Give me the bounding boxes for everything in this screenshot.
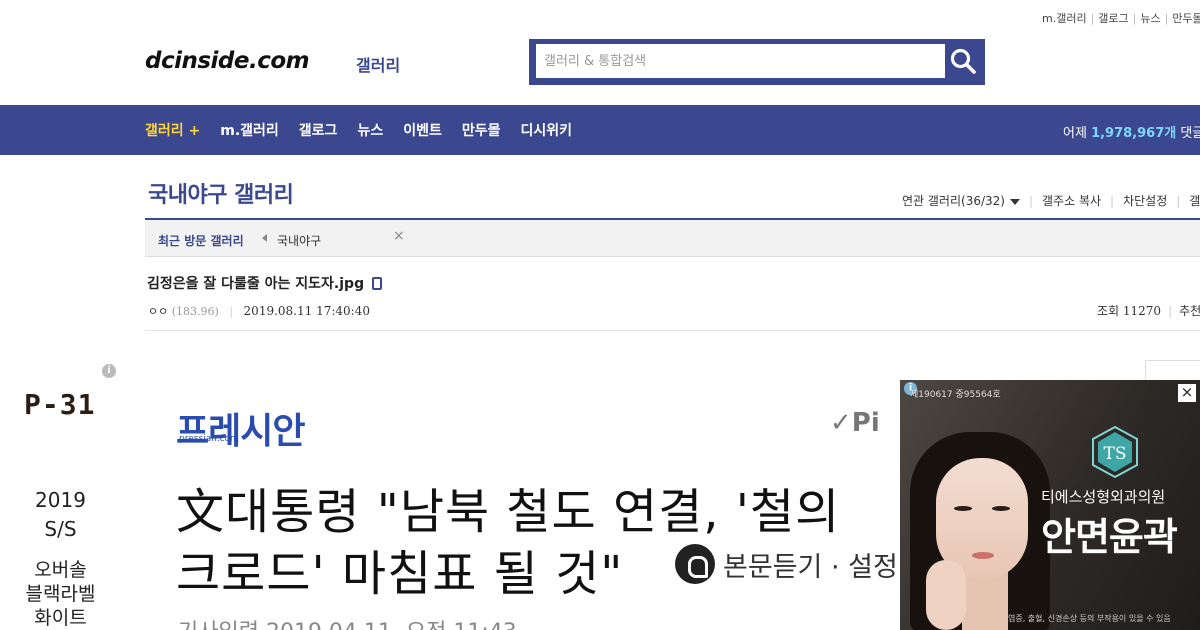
right-ad-reg: 제190617 중95564호 <box>910 390 1001 400</box>
clinic-name: 티에스성형외과의원 <box>1041 488 1166 506</box>
gallery-more-button[interactable]: 갤러 <box>1189 192 1200 209</box>
post-author[interactable]: ㅇㅇ <box>148 305 168 318</box>
post-meta: ㅇㅇ (183.96) | 2019.08.11 17:40:40 <box>148 303 370 319</box>
chevron-left-icon[interactable] <box>262 234 267 242</box>
post-stats: 조회 11270 | 추천 <box>1097 302 1200 319</box>
info-icon[interactable]: i <box>102 364 116 378</box>
article-headline-line1: 文대통령 "남북 철도 연결, '철의 <box>176 484 841 540</box>
related-gallery-button[interactable]: 연관 갤러리(36/32) <box>902 192 1020 209</box>
stats-value: 1,978,967개 <box>1091 126 1177 141</box>
gallery-tools: 연관 갤러리(36/32) | 갤주소 복사 | 차단설정 | 갤러 <box>902 192 1200 209</box>
util-link-mgallery[interactable]: m.갤러리 <box>1042 12 1087 25</box>
related-gallery-label: 연관 갤러리(36/32) <box>902 194 1005 208</box>
headphone-icon <box>675 544 715 584</box>
press-logo-sub: pressian.com <box>179 434 239 444</box>
left-ad-line2: 블랙라벨 <box>25 583 96 605</box>
divider: | <box>1110 193 1115 208</box>
search-input[interactable] <box>536 44 945 78</box>
right-ad-headline: 안면윤곽 <box>1041 515 1178 559</box>
page: m.갤러리|갤로그|뉴스|만두몰 dcinside.com 갤러리 갤러리 + … <box>0 0 1200 630</box>
recent-gallery-label: 최근 방문 갤러리 <box>158 234 244 248</box>
nav-event[interactable]: 이벤트 <box>403 120 442 140</box>
search-icon <box>950 48 976 74</box>
copy-address-button[interactable]: 갤주소 복사 <box>1042 192 1101 209</box>
divider: | <box>1176 193 1181 208</box>
block-settings-button[interactable]: 차단설정 <box>1123 192 1167 209</box>
article-headline-line2: 크로드' 마침표 될 것" <box>176 546 624 602</box>
left-ad-season-code: S/S <box>44 517 77 541</box>
top-util-links: m.갤러리 | 갤로그 | 뉴스 | 만두몰 <box>1042 10 1200 26</box>
post-recommend: 추천 <box>1179 304 1200 318</box>
model-hand <box>926 560 966 630</box>
left-ad-year: 2019 <box>35 488 86 512</box>
util-link-news[interactable]: 뉴스 <box>1140 12 1160 25</box>
mobile-icon <box>372 276 383 290</box>
model-eye <box>992 506 1010 511</box>
main-nav: 갤러리 + m.갤러리 갤로그 뉴스 이벤트 만두몰 디시위키 어제 1,978… <box>0 105 1200 155</box>
pick-badge: ✓Pi <box>830 408 880 438</box>
nav-stats: 어제 1,978,967개 댓글 <box>1063 122 1200 141</box>
post-image: 프레시안 pressian.com ✓Pi 文대통령 "남북 철도 연결, '철… <box>148 378 900 630</box>
nav-gallog[interactable]: 갤로그 <box>299 120 338 140</box>
left-ad-product[interactable]: 오버솔 블랙라벨 화이트 <box>0 558 121 630</box>
close-icon[interactable]: × <box>1178 384 1196 402</box>
stats-suffix: 댓글 <box>1180 126 1200 141</box>
site-logo[interactable]: dcinside.com <box>145 48 310 74</box>
stats-prefix: 어제 <box>1063 126 1092 141</box>
chevron-down-icon <box>1009 198 1020 205</box>
post-title-text: 김정은을 잘 다룰줄 아는 지도자.jpg <box>147 276 365 292</box>
divider: | <box>1164 12 1169 25</box>
divider: | <box>1168 304 1173 318</box>
clinic-logo-icon: TS <box>1092 426 1138 478</box>
nav-news[interactable]: 뉴스 <box>357 120 383 140</box>
search-bar <box>529 39 985 85</box>
nav-wiki[interactable]: 디시위키 <box>520 120 572 140</box>
post-views: 조회 11270 <box>1097 304 1162 318</box>
left-ad-season[interactable]: 2019 S/S <box>0 486 121 544</box>
right-ad-warning: 염증, 출혈, 신경손상 등의 부작용이 있을 수 있음 <box>1008 614 1171 623</box>
post-date: 2019.08.11 17:40:40 <box>243 304 370 318</box>
model-eye <box>954 506 972 511</box>
press-logo: 프레시안 <box>176 411 305 452</box>
post-title: 김정은을 잘 다룰줄 아는 지도자.jpg <box>147 273 383 293</box>
util-link-mall[interactable]: 만두몰 <box>1172 12 1200 25</box>
model-lip <box>972 552 994 559</box>
left-ad-line3: 화이트 <box>34 607 87 629</box>
nav-mgallery[interactable]: m.갤러리 <box>220 120 279 140</box>
clinic-logo-text: TS <box>1104 444 1127 464</box>
listen-control: 본문듣기 · 설정 <box>675 544 898 584</box>
close-icon[interactable]: × <box>393 228 405 244</box>
left-ad-brand[interactable]: P-31 <box>24 388 95 421</box>
gallery-title[interactable]: 국내야구 갤러리 <box>148 177 294 209</box>
util-link-gallog[interactable]: 갤로그 <box>1098 12 1128 25</box>
site-logo-sub[interactable]: 갤러리 <box>356 52 400 76</box>
nav-gallery[interactable]: 갤러리 + <box>145 120 200 140</box>
post-ip: (183.96) <box>171 305 219 318</box>
nav-mall[interactable]: 만두몰 <box>462 120 501 140</box>
right-ad[interactable]: i 제190617 중95564호 × TS 티에스성형외과의원 안면윤곽 염증… <box>900 380 1200 630</box>
left-ad-line1: 오버솔 <box>34 559 87 581</box>
divider: | <box>1028 193 1034 208</box>
divider: | <box>229 305 234 318</box>
post-divider <box>145 330 1200 331</box>
search-button[interactable] <box>946 44 980 78</box>
listen-label: 본문듣기 · 설정 <box>723 551 898 583</box>
recent-gallery-item[interactable]: 국내야구 <box>277 232 321 249</box>
recent-gallery-bar: 최근 방문 갤러리 국내야구 × <box>145 220 1200 257</box>
divider: | <box>1132 12 1137 25</box>
divider: | <box>1090 12 1095 25</box>
article-byline: 기사입력 2019.04.11. 오전 11:43 <box>178 614 517 630</box>
